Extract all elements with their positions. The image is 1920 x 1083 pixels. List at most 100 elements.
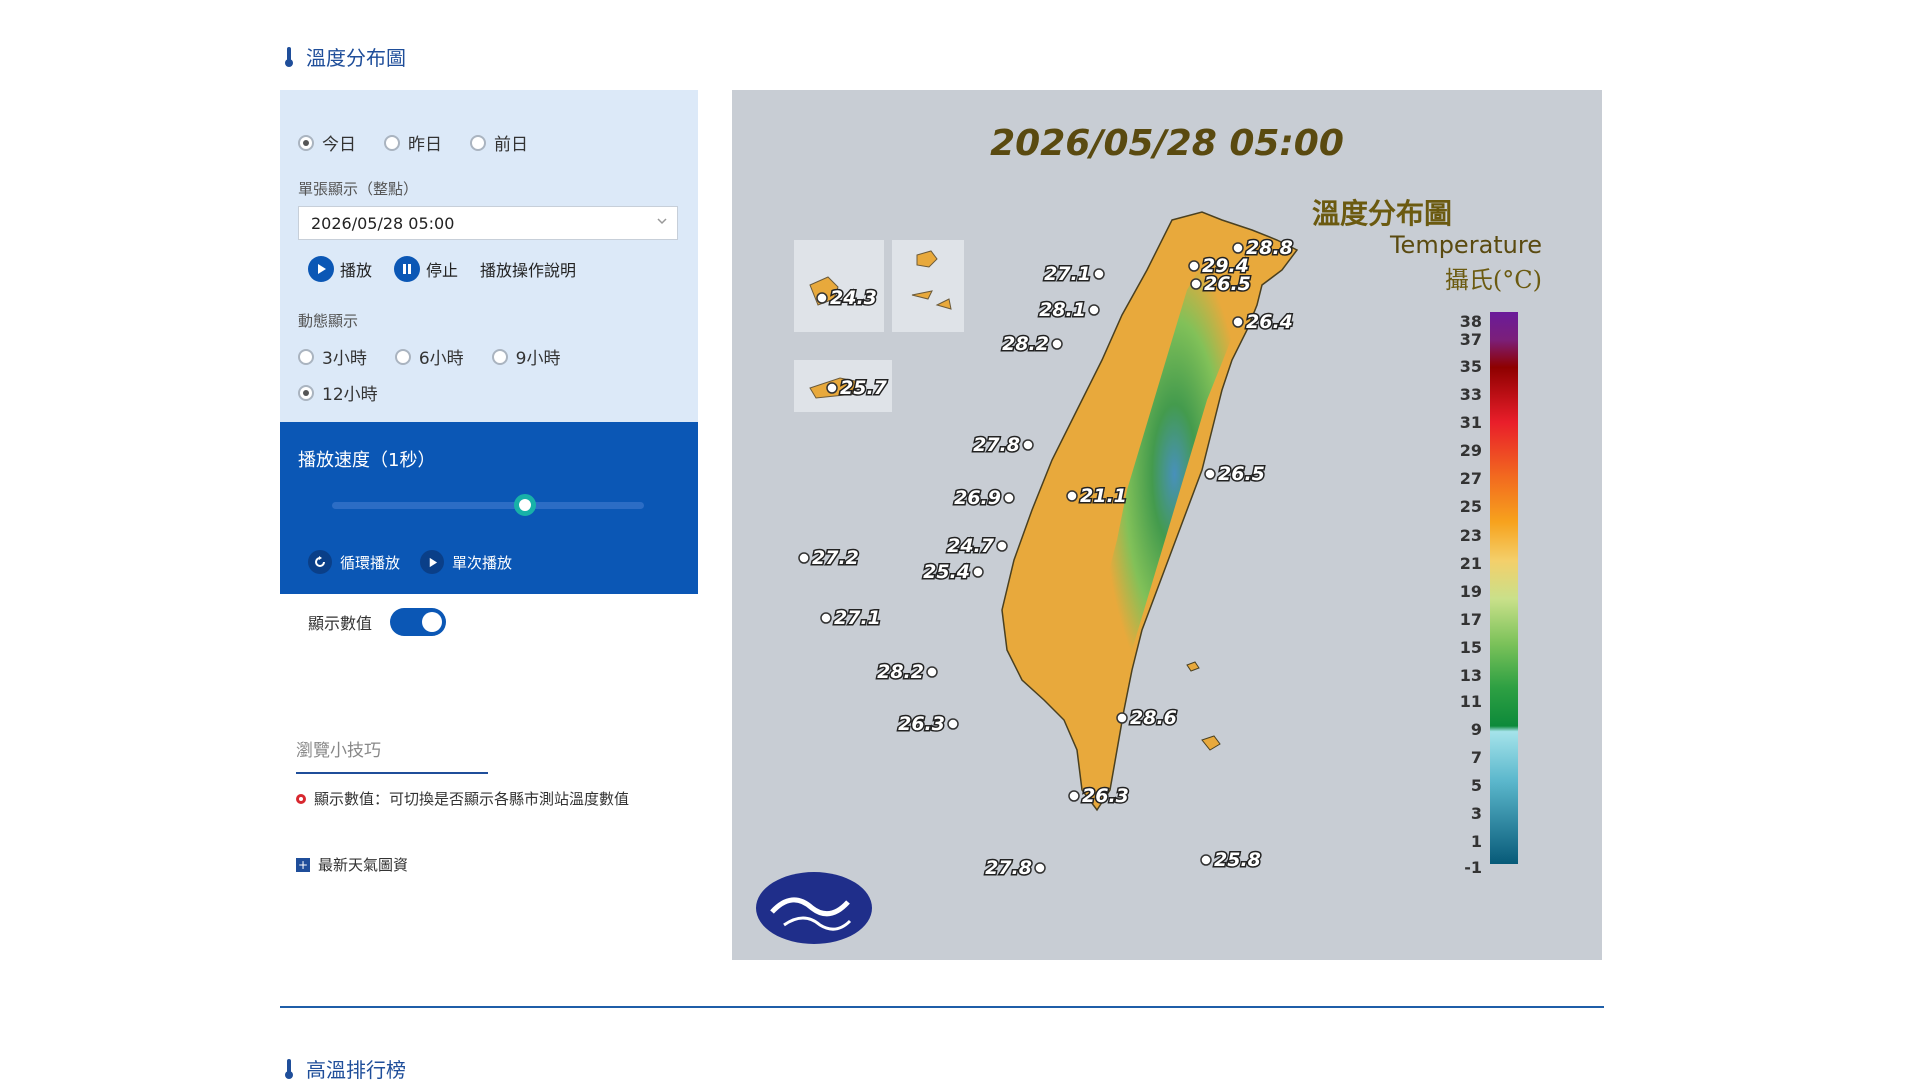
station-value: 27.8: [973, 434, 1020, 456]
section-divider: [280, 1006, 1604, 1008]
legend-color-bar: [1490, 312, 1518, 864]
play-button[interactable]: 播放: [308, 256, 372, 282]
time-controls: 今日 昨日 前日 單張顯示（整點） 2026/05/28 05:00 播放 停止…: [280, 90, 698, 422]
radio-6h[interactable]: 6小時: [394, 344, 464, 369]
time-label: 單張顯示（整點）: [298, 180, 419, 198]
station-marker: [798, 552, 810, 564]
legend-tick-label: 21: [1460, 554, 1482, 573]
legend-tick-label: 29: [1460, 441, 1482, 460]
anim-selector-2: 12小時: [298, 380, 406, 405]
station-value: 27.8: [985, 857, 1032, 879]
station-value: 21.1: [1080, 485, 1127, 507]
station-value: 27.2: [812, 547, 859, 569]
station-marker: [1034, 862, 1046, 874]
station-marker: [1204, 468, 1216, 480]
speed-label: 播放速度（1秒）: [298, 450, 436, 471]
playback-help-link[interactable]: 播放操作說明: [480, 257, 576, 281]
section-title: 溫度分布圖: [282, 42, 406, 71]
legend-tick-label: 5: [1471, 776, 1482, 795]
station-value: 28.1: [1039, 299, 1086, 321]
bullet-icon: [296, 794, 306, 804]
station-value: 28.2: [877, 661, 924, 683]
station-value: 28.2: [1002, 333, 1049, 355]
legend-tick-label: 19: [1460, 582, 1482, 601]
station-value: 26.9: [954, 487, 1001, 509]
radio-12h[interactable]: 12小時: [298, 380, 378, 405]
section-title-text: 溫度分布圖: [306, 46, 406, 70]
legend-tick-label: 9: [1471, 720, 1482, 739]
radio-yesterday[interactable]: 昨日: [384, 130, 442, 155]
station-marker: [1200, 854, 1212, 866]
radio-dot: [384, 134, 400, 151]
temperature-map-svg: 2026/05/28 05:00 溫度分布圖 Temperature 攝氏(°C…: [756, 123, 1542, 944]
single-play-button[interactable]: 單次播放: [420, 550, 512, 574]
legend-tick-label: 3: [1471, 804, 1482, 823]
toggle-knob: [422, 612, 443, 632]
legend-tick-label: 17: [1460, 610, 1482, 629]
radio-dot: [394, 348, 411, 365]
tips-title: 瀏覽小技巧: [296, 741, 381, 761]
station-marker: [1088, 304, 1100, 316]
radio-dot: [298, 134, 314, 151]
loop-play-button[interactable]: 循環播放: [308, 550, 400, 574]
station-marker: [1188, 260, 1200, 272]
speed-slider-track[interactable]: [332, 502, 644, 509]
radio-day-before[interactable]: 前日: [470, 130, 528, 155]
show-values-label: 顯示數值: [308, 614, 373, 633]
time-select[interactable]: 2026/05/28 05:00: [298, 206, 678, 240]
station-marker: [826, 382, 838, 394]
playback-row: 播放 停止 播放操作說明: [308, 256, 576, 282]
map-timestamp: 2026/05/28 05:00: [990, 123, 1344, 164]
station-value: 24.7: [947, 535, 995, 557]
legend-tick-label: 37: [1460, 330, 1482, 349]
legend-tick-label: 7: [1471, 748, 1482, 767]
radio-today[interactable]: 今日: [298, 130, 356, 155]
station-marker: [820, 612, 832, 624]
radio-dot: [491, 348, 508, 365]
legend-tick-label: 13: [1460, 666, 1482, 685]
legend-tick-label: 23: [1460, 526, 1482, 545]
station-value: 27.1: [834, 607, 881, 629]
legend-tick-label: 35: [1460, 357, 1482, 376]
station-marker: [816, 292, 828, 304]
station-marker: [1093, 268, 1105, 280]
anim-selector: 3小時 6小時 9小時: [298, 344, 588, 369]
station-marker: [1116, 712, 1128, 724]
station-value: 26.3: [1082, 785, 1129, 807]
station-marker: [1003, 492, 1015, 504]
next-section-title: 高溫排行榜: [282, 1054, 406, 1083]
station-marker: [1232, 242, 1244, 254]
latest-weather-link[interactable]: + 最新天氣圖資: [296, 852, 408, 879]
station-marker: [926, 666, 938, 678]
station-marker: [972, 566, 984, 578]
station-marker: [1066, 490, 1078, 502]
cwa-logo: [756, 872, 872, 944]
day-selector: 今日 昨日 前日: [298, 130, 556, 155]
orchid-island: [1201, 735, 1221, 751]
tip-show-values: 顯示數值：可切換是否顯示各縣市測站溫度數值: [296, 786, 686, 813]
play-icon: [308, 256, 334, 282]
station-marker: [1051, 338, 1063, 350]
next-section-title-text: 高溫排行榜: [306, 1058, 406, 1082]
stop-button[interactable]: 停止: [394, 256, 458, 282]
thermometer-icon: [285, 46, 293, 67]
control-panel: 今日 昨日 前日 單張顯示（整點） 2026/05/28 05:00 播放 停止…: [280, 90, 698, 594]
station-value: 26.5: [1218, 463, 1265, 485]
radio-9h[interactable]: 9小時: [491, 344, 560, 369]
thermometer-icon: [285, 1058, 293, 1079]
legend-subtitle: Temperature: [1389, 231, 1542, 259]
legend-unit: 攝氏(°C): [1445, 266, 1542, 294]
chevron-down-icon: [657, 218, 667, 225]
show-values-toggle[interactable]: [390, 608, 447, 636]
tips-underline: [296, 772, 488, 774]
station-marker: [1190, 278, 1202, 290]
station-value: 26.3: [898, 713, 945, 735]
station-marker: [996, 540, 1008, 552]
radio-3h[interactable]: 3小時: [298, 344, 367, 369]
station-value: 26.5: [1204, 273, 1251, 295]
radio-dot: [298, 348, 314, 365]
legend-title: 溫度分布圖: [1312, 197, 1452, 230]
kinmen-inset: [794, 240, 884, 332]
radio-dot: [470, 134, 486, 151]
speed-slider-handle[interactable]: [514, 494, 537, 516]
